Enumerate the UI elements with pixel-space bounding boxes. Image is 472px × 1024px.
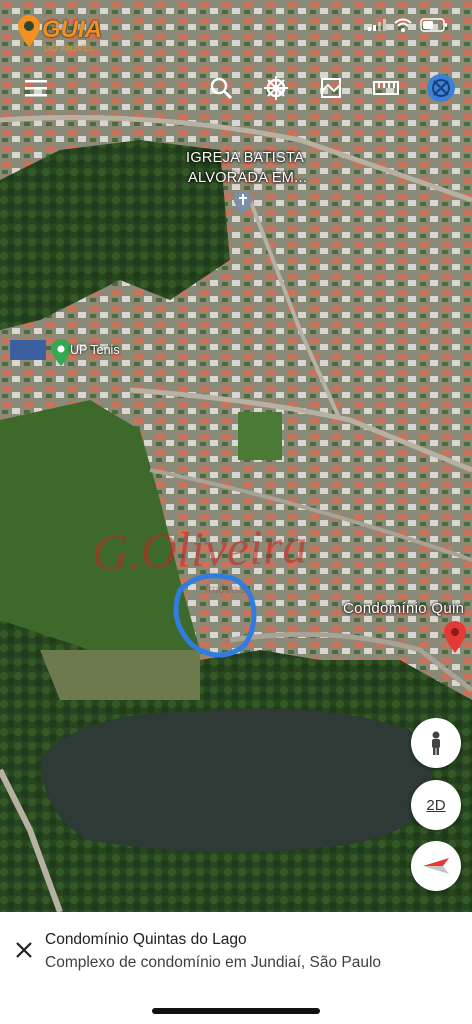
- logo-text: GUIA: [42, 16, 102, 43]
- satellite-imagery: [0, 0, 472, 912]
- watermark-text: G.Oliveira: [91, 517, 309, 581]
- search-icon: [210, 77, 232, 99]
- map-toolbar: [0, 70, 472, 106]
- place-subtitle: Complexo de condomínio em Jundiaí, São P…: [45, 954, 382, 971]
- red-pin-icon: [444, 621, 466, 653]
- ruler-icon: [373, 81, 399, 95]
- wifi-icon: [394, 18, 412, 32]
- satellite-map[interactable]: G.Oliveira Imóveis IGREJA BATISTA ALVORA…: [0, 0, 472, 912]
- battery-icon: [420, 18, 447, 32]
- search-button[interactable]: [203, 70, 239, 106]
- church-label-line1[interactable]: IGREJA BATISTA: [186, 150, 304, 166]
- place-title: Condomínio Quintas do Lago: [45, 931, 247, 948]
- status-icons: [368, 17, 448, 33]
- church-label-line2[interactable]: ALVORADA EM...: [188, 170, 307, 186]
- menu-icon: [25, 80, 47, 97]
- navigation-icon: [264, 76, 288, 100]
- condo-label[interactable]: Condomínio Quin: [343, 600, 464, 617]
- home-indicator[interactable]: [152, 1008, 320, 1014]
- street-view-button[interactable]: [411, 718, 461, 768]
- view-mode-button[interactable]: 2D: [411, 780, 461, 830]
- menu-button[interactable]: [18, 70, 54, 106]
- close-icon[interactable]: [12, 938, 36, 962]
- logo-subtext: DO IMÓVEL: [44, 43, 95, 53]
- signal-icon: [368, 19, 386, 31]
- view-mode-label: 2D: [426, 796, 446, 814]
- logo-pin-icon: [18, 15, 40, 47]
- measure-button[interactable]: [368, 70, 404, 106]
- profile-icon: [427, 74, 455, 102]
- compass-button[interactable]: [411, 841, 461, 891]
- layers-button[interactable]: [313, 70, 349, 106]
- compass-icon: [423, 858, 449, 874]
- green-pin-icon: [51, 339, 71, 366]
- layers-icon: [321, 78, 341, 98]
- status-bar: GUIA DO IMÓVEL: [0, 0, 472, 53]
- profile-button[interactable]: [423, 70, 459, 106]
- church-pin-icon: [234, 191, 252, 215]
- watermark-subtext: Imóveis: [205, 582, 247, 596]
- voyager-button[interactable]: [258, 70, 294, 106]
- tennis-label[interactable]: UP Tenis: [70, 343, 120, 357]
- street-view-icon: [432, 731, 440, 755]
